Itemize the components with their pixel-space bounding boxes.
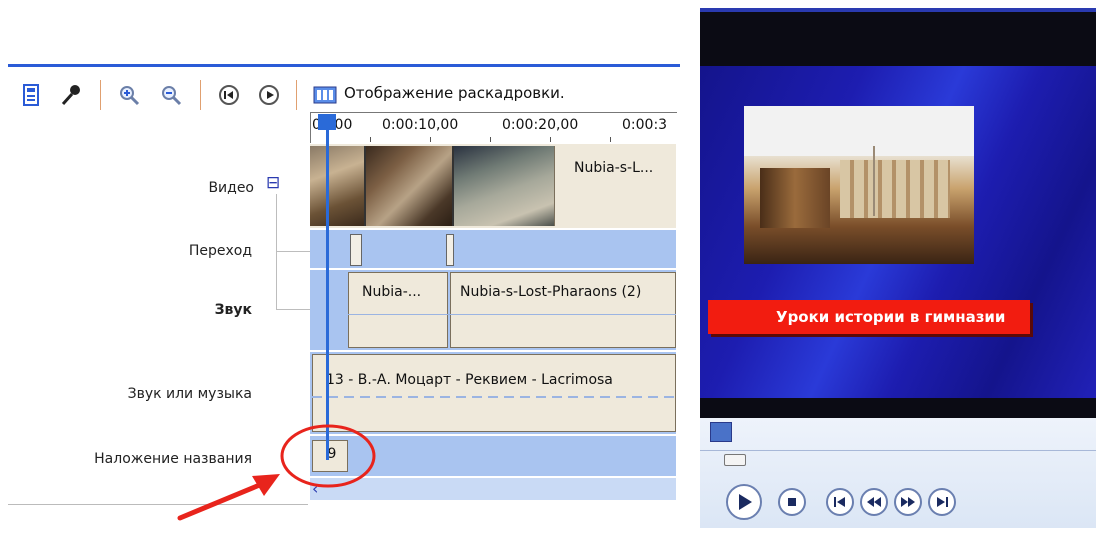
photo-building-left	[760, 168, 830, 228]
monitor-frame-top	[700, 8, 1096, 12]
ruler-tick	[490, 137, 491, 142]
audio-clip-label: Nubia-s-Lost-Pharaons (2)	[460, 284, 642, 300]
highlight-arrow-icon	[177, 474, 280, 521]
fast-forward-icon[interactable]	[892, 486, 924, 518]
video-clip-thumbnail[interactable]	[454, 146, 555, 226]
track-label-video: Видео	[208, 180, 254, 196]
play-timeline-icon[interactable]	[256, 82, 282, 108]
ruler-label: 0:00:20,00	[502, 117, 579, 133]
collapse-toggle-icon[interactable]: ⊟	[266, 174, 284, 192]
storyboard-view-icon[interactable]	[18, 82, 44, 108]
title-overlay-text: Уроки истории в гимназии	[776, 308, 1006, 326]
tree-line	[276, 251, 310, 252]
transition-marker[interactable]	[446, 234, 454, 266]
previous-frame-icon[interactable]	[824, 486, 856, 518]
letterbox-bottom	[700, 398, 1096, 418]
video-clip-thumbnail[interactable]	[310, 146, 366, 226]
tree-line	[276, 194, 277, 310]
preview-monitor: Уроки истории в гимназии	[700, 8, 1096, 528]
toolbar-separator	[200, 80, 201, 110]
music-clip-label: 13 - В.-А. Моцарт - Реквием - Lacrimosa	[326, 372, 613, 388]
audio-waveform-line	[348, 314, 676, 315]
track-label-title-overlay: Наложение названия	[94, 451, 252, 467]
tree-line	[276, 309, 310, 310]
transition-track[interactable]	[310, 230, 676, 268]
ruler-tick	[430, 137, 431, 142]
rewind-icon[interactable]	[858, 486, 890, 518]
toolbar-top-rule	[8, 64, 680, 67]
stop-button[interactable]	[776, 486, 808, 518]
play-button[interactable]	[724, 482, 764, 522]
photo-building-facade	[840, 160, 950, 218]
zoom-out-icon[interactable]	[158, 82, 184, 108]
video-clip-thumbnail[interactable]	[366, 146, 454, 226]
next-frame-icon[interactable]	[926, 486, 958, 518]
audio-clip-label: Nubia-...	[362, 284, 422, 300]
ruler-label: 0:00:10,00	[382, 117, 459, 133]
ruler-tick	[610, 137, 611, 142]
playhead-line[interactable]	[326, 122, 329, 460]
video-clip-label: Nubia-s-L...	[574, 160, 654, 176]
show-storyboard-button[interactable]: Отображение раскадровки.	[344, 84, 565, 102]
seek-bar-track[interactable]	[700, 450, 1096, 451]
track-label-transition: Переход	[188, 243, 252, 259]
toolbar-separator	[100, 80, 101, 110]
rewind-timeline-icon[interactable]	[216, 82, 242, 108]
narrate-microphone-icon[interactable]	[58, 82, 84, 108]
transition-marker[interactable]	[350, 234, 362, 266]
toolbar-separator	[296, 80, 297, 110]
photo-lamp-post	[873, 146, 875, 216]
show-storyboard-icon[interactable]	[312, 82, 338, 108]
ruler-label: 0:00:3	[622, 117, 668, 133]
seek-slider-thumb[interactable]	[724, 454, 746, 466]
letterbox-top	[700, 8, 1096, 66]
zoom-in-icon[interactable]	[116, 82, 142, 108]
ruler-tick	[370, 137, 371, 142]
fullscreen-icon[interactable]	[710, 422, 732, 442]
track-label-audio: Звук	[214, 302, 252, 318]
track-label-music: Звук или музыка	[127, 386, 252, 402]
music-waveform-line	[312, 396, 676, 398]
ruler-tick	[550, 137, 551, 142]
